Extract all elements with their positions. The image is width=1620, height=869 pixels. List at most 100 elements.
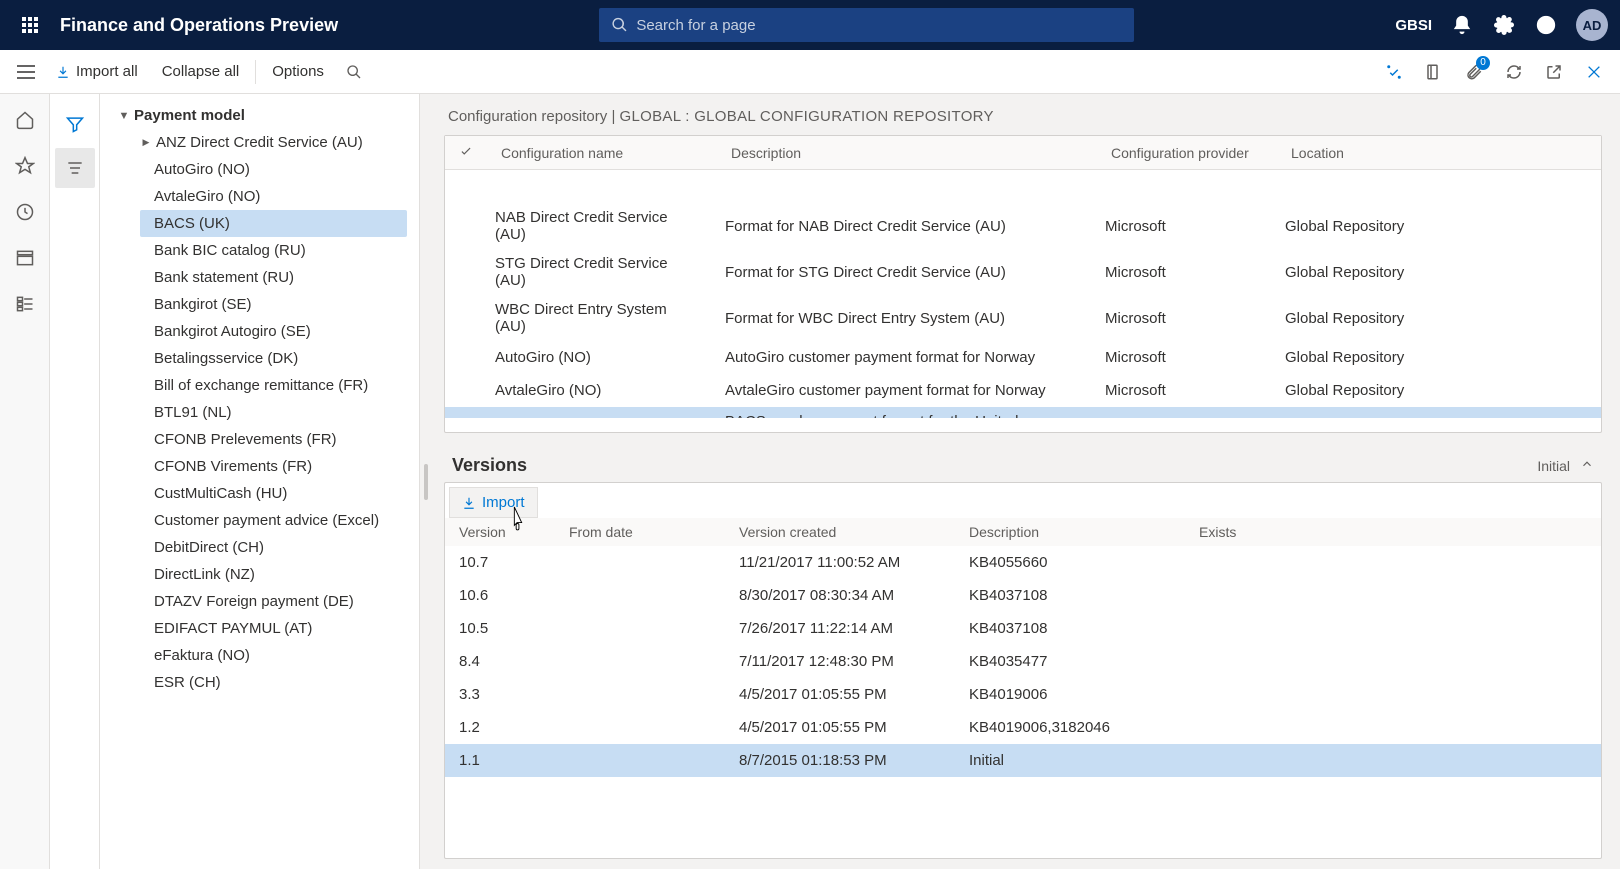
cell-from bbox=[555, 579, 725, 612]
col-version[interactable]: Version bbox=[445, 518, 555, 546]
app-launcher-icon[interactable] bbox=[12, 7, 48, 43]
cell-version: 1.1 bbox=[445, 744, 555, 777]
tree-item[interactable]: eFaktura (NO) bbox=[140, 642, 407, 669]
table-row[interactable]: 10.7 11/21/2017 11:00:52 AM KB4055660 bbox=[445, 546, 1601, 579]
table-row[interactable]: 8.4 7/11/2017 12:48:30 PM KB4035477 bbox=[445, 645, 1601, 678]
table-row[interactable]: BACS (UK) BACS vendor payment format for… bbox=[445, 407, 1601, 418]
table-row[interactable]: WBC Direct Entry System (AU) Format for … bbox=[445, 295, 1601, 341]
home-icon[interactable] bbox=[13, 108, 37, 132]
tree-item[interactable]: Bankgirot Autogiro (SE) bbox=[140, 318, 407, 345]
tree-item[interactable]: BTL91 (NL) bbox=[140, 399, 407, 426]
table-row[interactable]: NAB Direct Credit Service (AU) Format fo… bbox=[445, 203, 1601, 249]
tree-item[interactable]: ESR (CH) bbox=[140, 669, 407, 696]
tree-item[interactable]: BACS (UK) bbox=[140, 210, 407, 237]
cell-created: 11/21/2017 11:00:52 AM bbox=[725, 546, 955, 579]
recent-icon[interactable] bbox=[13, 200, 37, 224]
table-row[interactable]: AvtaleGiro (NO) AvtaleGiro customer paym… bbox=[445, 374, 1601, 407]
modules-icon[interactable] bbox=[13, 292, 37, 316]
favorites-icon[interactable] bbox=[13, 154, 37, 178]
sort-icon[interactable] bbox=[55, 148, 95, 188]
col-version-desc[interactable]: Description bbox=[955, 518, 1185, 546]
cell-from bbox=[555, 744, 725, 777]
chevron-up-icon[interactable] bbox=[1580, 457, 1594, 474]
col-provider[interactable]: Configuration provider bbox=[1097, 136, 1277, 170]
versions-title: Versions bbox=[452, 455, 527, 476]
cell-desc: KB4019006,3182046 bbox=[955, 711, 1185, 744]
search-box[interactable] bbox=[599, 8, 1134, 42]
open-excel-icon[interactable] bbox=[1416, 54, 1452, 90]
tree-item-label: CFONB Prelevements (FR) bbox=[154, 431, 337, 448]
import-button[interactable]: Import bbox=[449, 487, 538, 518]
cell-provider: Microsoft bbox=[1091, 407, 1271, 418]
col-version-created[interactable]: Version created bbox=[725, 518, 955, 546]
close-icon[interactable] bbox=[1576, 54, 1612, 90]
tree-item[interactable]: Bill of exchange remittance (FR) bbox=[140, 372, 407, 399]
cell-desc: AutoGiro customer payment format for Nor… bbox=[711, 341, 1091, 374]
col-config-name[interactable]: Configuration name bbox=[487, 136, 717, 170]
tree-item[interactable]: Bank statement (RU) bbox=[140, 264, 407, 291]
cell-location: Global Repository bbox=[1271, 341, 1601, 374]
table-row[interactable]: 1.1 8/7/2015 01:18:53 PM Initial bbox=[445, 744, 1601, 777]
tree-item[interactable]: CFONB Prelevements (FR) bbox=[140, 426, 407, 453]
cell-created: 8/30/2017 08:30:34 AM bbox=[725, 579, 955, 612]
table-row[interactable]: 10.6 8/30/2017 08:30:34 AM KB4037108 bbox=[445, 579, 1601, 612]
tree-item[interactable]: DirectLink (NZ) bbox=[140, 561, 407, 588]
col-description[interactable]: Description bbox=[717, 136, 1097, 170]
filter-column bbox=[50, 94, 100, 869]
workspaces-icon[interactable] bbox=[13, 246, 37, 270]
tree-item[interactable]: Bank BIC catalog (RU) bbox=[140, 237, 407, 264]
app-title: Finance and Operations Preview bbox=[60, 15, 338, 36]
config-grid-hscroll[interactable] bbox=[453, 418, 1593, 428]
col-from-date[interactable]: From date bbox=[555, 518, 725, 546]
table-row[interactable]: AutoGiro (NO) AutoGiro customer payment … bbox=[445, 341, 1601, 374]
refresh-icon[interactable] bbox=[1496, 54, 1532, 90]
col-exists[interactable]: Exists bbox=[1185, 518, 1601, 546]
nav-toggle-icon[interactable] bbox=[8, 54, 44, 90]
import-all-button[interactable]: Import all bbox=[44, 50, 150, 93]
tree-item[interactable]: Bankgirot (SE) bbox=[140, 291, 407, 318]
tree-item[interactable]: CustMultiCash (HU) bbox=[140, 480, 407, 507]
table-row[interactable]: 10.5 7/26/2017 11:22:14 AM KB4037108 bbox=[445, 612, 1601, 645]
cell-provider: Microsoft bbox=[1091, 203, 1271, 249]
options-button[interactable]: Options bbox=[260, 50, 336, 93]
tree-item[interactable]: DebitDirect (CH) bbox=[140, 534, 407, 561]
select-all-checkbox[interactable] bbox=[445, 136, 487, 170]
tree-item[interactable]: AvtaleGiro (NO) bbox=[140, 183, 407, 210]
tree-item[interactable]: Customer payment advice (Excel) bbox=[140, 507, 407, 534]
filter-icon[interactable] bbox=[55, 104, 95, 144]
popout-icon[interactable] bbox=[1536, 54, 1572, 90]
tree-item[interactable]: AutoGiro (NO) bbox=[140, 156, 407, 183]
search-input[interactable] bbox=[636, 17, 1122, 34]
cell-location: Global Repository bbox=[1271, 295, 1601, 341]
help-icon[interactable] bbox=[1534, 13, 1558, 37]
tree-item[interactable]: CFONB Virements (FR) bbox=[140, 453, 407, 480]
collapse-all-button[interactable]: Collapse all bbox=[150, 50, 252, 93]
table-row[interactable]: 3.3 4/5/2017 01:05:55 PM KB4019006 bbox=[445, 678, 1601, 711]
related-info-icon[interactable] bbox=[1376, 54, 1412, 90]
avatar[interactable]: AD bbox=[1576, 9, 1608, 41]
page-search-button[interactable] bbox=[336, 50, 372, 93]
attachments-icon[interactable]: 0 bbox=[1456, 54, 1492, 90]
company-name[interactable]: GBSI bbox=[1395, 17, 1432, 34]
table-row[interactable]: 1.2 4/5/2017 01:05:55 PM KB4019006,31820… bbox=[445, 711, 1601, 744]
cell-desc: BACS vendor payment format for the Unite… bbox=[711, 407, 1091, 418]
tree-item[interactable]: EDIFACT PAYMUL (AT) bbox=[140, 615, 407, 642]
main-area: ▼ Payment model ▶ANZ Direct Credit Servi… bbox=[0, 94, 1620, 869]
tree-item[interactable]: DTAZV Foreign payment (DE) bbox=[140, 588, 407, 615]
tree-item[interactable]: Betalingsservice (DK) bbox=[140, 345, 407, 372]
tree-root-item[interactable]: ▼ Payment model bbox=[114, 102, 407, 129]
cell-location: Global Repository bbox=[1271, 203, 1601, 249]
notifications-icon[interactable] bbox=[1450, 13, 1474, 37]
cell-name: AutoGiro (NO) bbox=[481, 341, 711, 374]
settings-icon[interactable] bbox=[1492, 13, 1516, 37]
import-label: Import bbox=[482, 494, 525, 511]
tree-item-label: DirectLink (NZ) bbox=[154, 566, 255, 583]
splitter[interactable] bbox=[420, 94, 432, 869]
tree-item-label: Bankgirot (SE) bbox=[154, 296, 252, 313]
header-right: GBSI AD bbox=[1395, 9, 1608, 41]
config-grid-panel: Configuration name Description Configura… bbox=[444, 135, 1602, 433]
col-location[interactable]: Location bbox=[1277, 136, 1601, 170]
table-row[interactable]: STG Direct Credit Service (AU) Format fo… bbox=[445, 249, 1601, 295]
tree-item[interactable]: ▶ANZ Direct Credit Service (AU) bbox=[140, 129, 407, 156]
download-icon bbox=[56, 65, 70, 79]
